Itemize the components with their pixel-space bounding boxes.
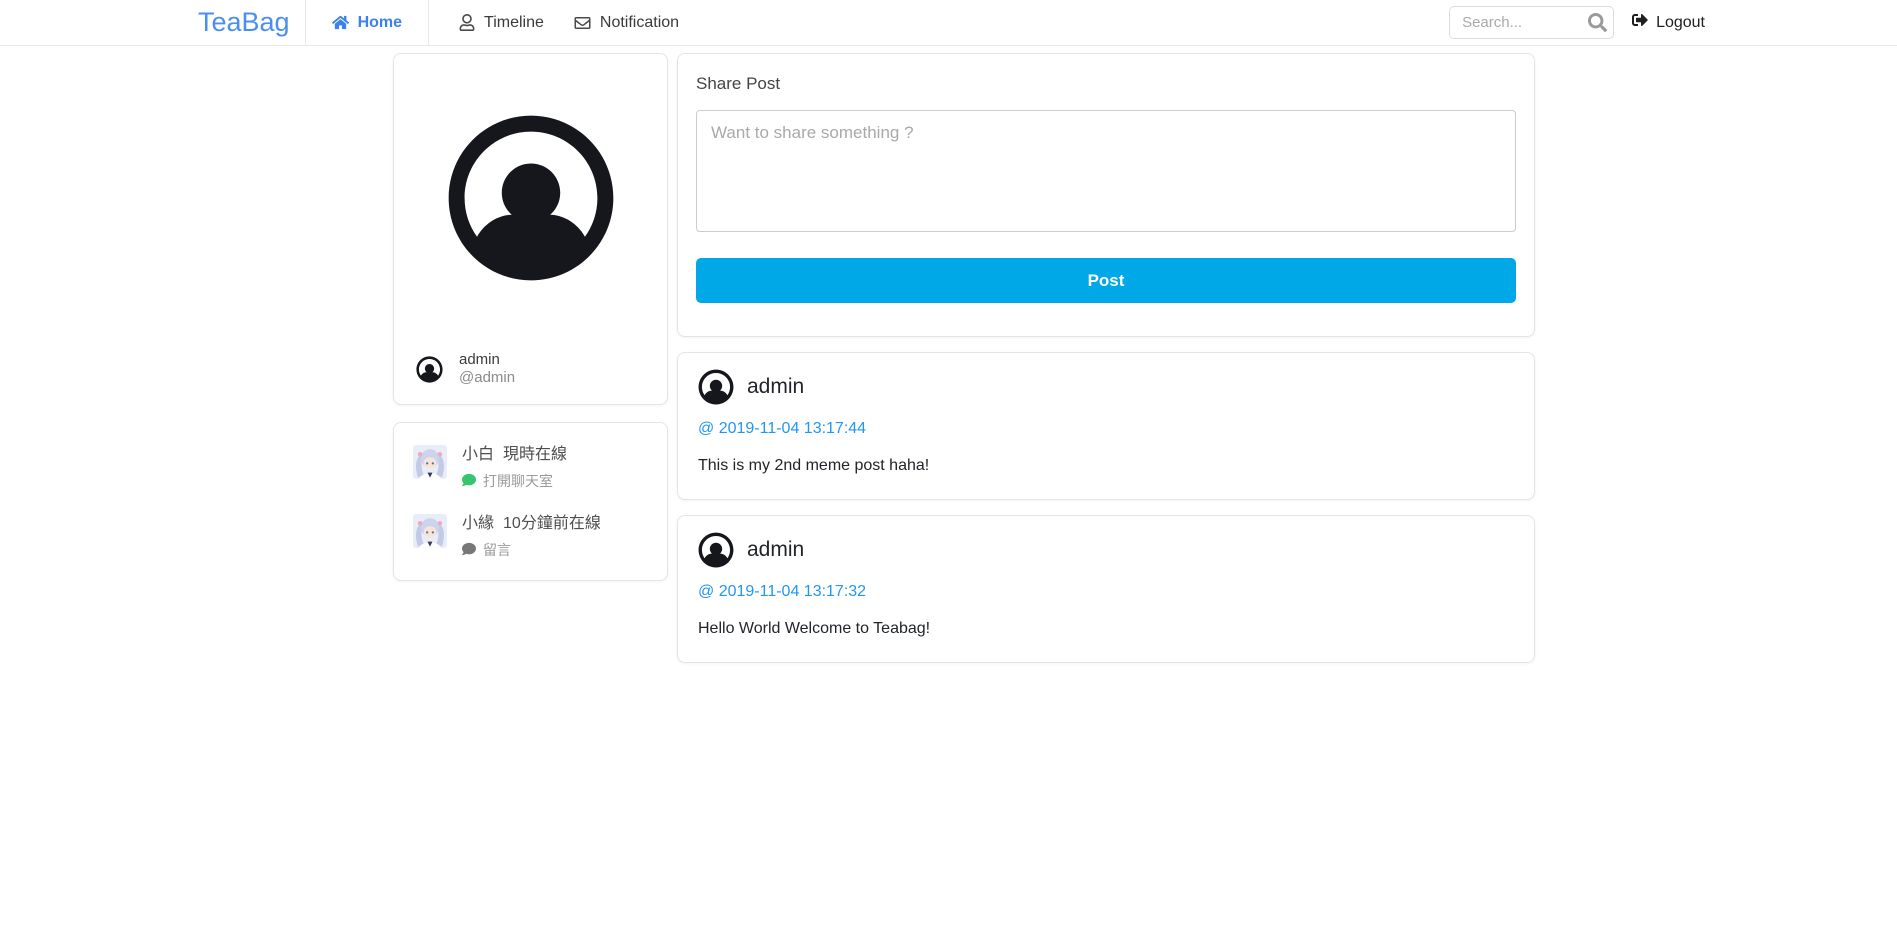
post-header: admin	[698, 532, 1514, 568]
comment-icon	[462, 473, 476, 490]
post-card: admin @ 2019-11-04 13:17:32 Hello World …	[677, 515, 1535, 663]
navbar-divider	[428, 0, 430, 45]
friend-name: 小緣	[462, 515, 495, 532]
post-author[interactable]: admin	[747, 375, 804, 399]
friend-status: 10分鐘前在線	[503, 515, 601, 532]
share-post-title: Share Post	[696, 74, 781, 93]
post-body: This is my 2nd meme post haha!	[698, 457, 930, 474]
friend-action-label: 打開聊天室	[483, 473, 553, 489]
post-timestamp-link[interactable]: @ 2019-11-04 13:17:32	[698, 583, 866, 601]
profile-card: admin @admin	[393, 53, 668, 405]
friend-status: 現時在線	[503, 446, 568, 463]
logout-button[interactable]: Logout	[1632, 12, 1705, 33]
profile-summary: admin @admin	[416, 351, 667, 387]
nav-notification-label: Notification	[599, 13, 680, 31]
search-icon[interactable]	[1588, 13, 1608, 33]
home-icon	[331, 14, 349, 31]
profile-handle: @admin	[459, 369, 516, 386]
share-post-card: Share Post Post	[677, 53, 1535, 337]
search-box	[1449, 6, 1615, 39]
user-circle-icon	[448, 115, 613, 281]
share-post-textarea[interactable]	[696, 110, 1516, 232]
profile-name: admin	[459, 351, 500, 368]
nav-timeline-label: Timeline	[484, 13, 544, 31]
navbar-spacer	[679, 0, 1449, 45]
post-author[interactable]: admin	[747, 538, 804, 562]
friends-card: 小白 現時在線 打開聊天室 小緣 10分鐘前在線 留言	[393, 422, 668, 581]
page-content: admin @admin 小白 現時在線 打開聊天室 小緣 10分鐘前在線 留言…	[393, 53, 1535, 663]
profile-names: admin @admin	[459, 351, 515, 387]
post-header: admin	[698, 369, 1514, 405]
user-circle-icon	[698, 532, 734, 568]
friend-row: 小白 現時在線 打開聊天室	[413, 445, 648, 491]
friend-info: 小緣 10分鐘前在線 留言	[462, 514, 601, 560]
user-circle-icon	[698, 369, 734, 405]
post-body: Hello World Welcome to Teabag!	[698, 620, 931, 637]
post-button[interactable]: Post	[696, 258, 1516, 303]
nav-item-timeline[interactable]: Timeline	[459, 0, 544, 45]
nav-item-notification[interactable]: Notification	[574, 0, 679, 45]
post-timestamp-link[interactable]: @ 2019-11-04 13:17:44	[698, 420, 866, 438]
friend-action-label: 留言	[483, 542, 511, 558]
friend-name-line: 小緣 10分鐘前在線	[462, 514, 601, 533]
user-circle-icon	[416, 355, 443, 383]
top-navbar: TeaBag Home Timeline Notification Logout	[0, 0, 1897, 46]
friend-avatar	[413, 445, 447, 479]
nav-item-home[interactable]: Home	[306, 0, 428, 45]
comment-icon	[462, 542, 476, 559]
open-chat-link[interactable]: 打開聊天室	[462, 471, 567, 491]
friend-info: 小白 現時在線 打開聊天室	[462, 445, 567, 491]
post-card: admin @ 2019-11-04 13:17:44 This is my 2…	[677, 352, 1535, 500]
sign-out-icon	[1632, 12, 1648, 33]
friend-name: 小白	[462, 446, 495, 463]
sidebar: admin @admin 小白 現時在線 打開聊天室 小緣 10分鐘前在線 留言	[393, 53, 668, 581]
friend-name-line: 小白 現時在線	[462, 445, 567, 464]
envelope-icon	[574, 15, 591, 31]
logout-label: Logout	[1656, 13, 1705, 31]
nav-home-label: Home	[357, 13, 403, 31]
leave-message-link[interactable]: 留言	[462, 540, 601, 560]
user-icon	[459, 14, 475, 31]
brand-logo[interactable]: TeaBag	[198, 0, 290, 45]
feed-column: Share Post Post admin @ 2019-11-04 13:17…	[677, 53, 1535, 663]
friend-avatar	[413, 514, 447, 548]
friend-row: 小緣 10分鐘前在線 留言	[413, 514, 648, 560]
